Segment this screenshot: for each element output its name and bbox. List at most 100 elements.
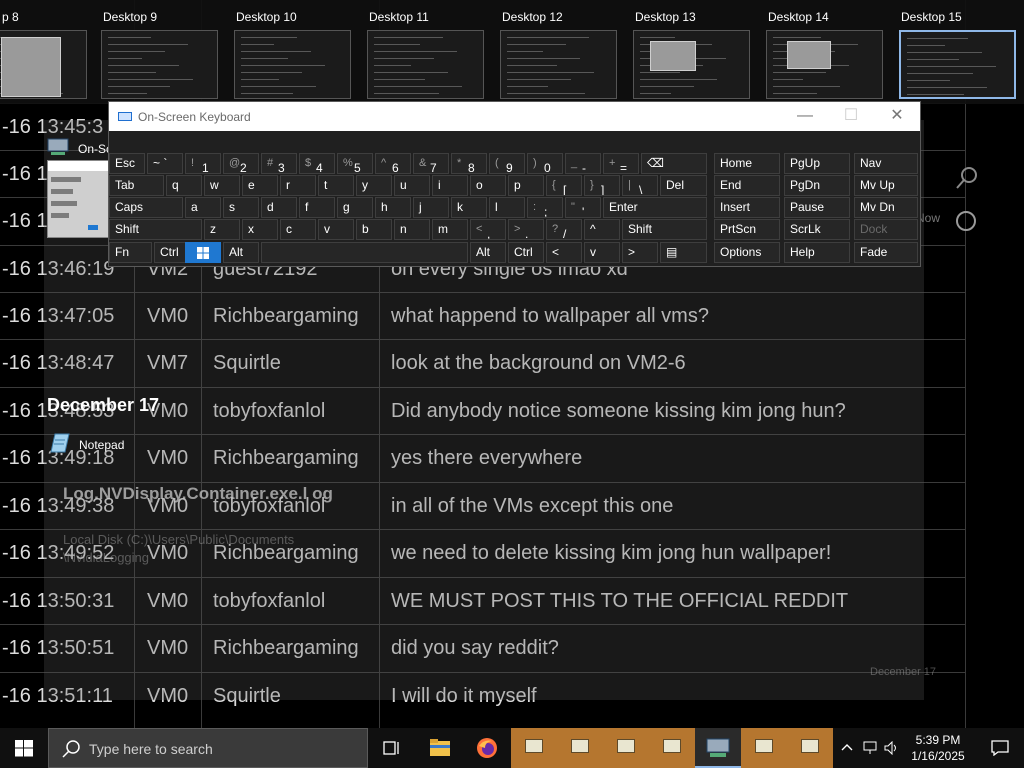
key-w[interactable]: w [204, 175, 240, 196]
key-7[interactable]: & 7 [413, 153, 449, 174]
key-e[interactable]: e [242, 175, 278, 196]
key-home[interactable]: Home [714, 153, 780, 174]
key[interactable]: {[ [546, 175, 582, 196]
taskbar-app-terminal-4[interactable] [649, 728, 695, 768]
taskbar-app-terminal-2[interactable] [557, 728, 603, 768]
key-a[interactable]: a [185, 197, 221, 218]
start-button[interactable] [0, 728, 48, 768]
key-8[interactable]: * 8 [451, 153, 487, 174]
radio-button[interactable] [956, 211, 976, 231]
key[interactable]: " ' [565, 197, 601, 218]
key-nav[interactable]: Nav [854, 153, 918, 174]
key-pgup[interactable]: PgUp [784, 153, 850, 174]
key-z[interactable]: z [204, 219, 240, 240]
desktop-thumbnail[interactable]: p 8 [0, 0, 90, 104]
key-s[interactable]: s [223, 197, 259, 218]
taskbar-app-terminal-1[interactable] [511, 728, 557, 768]
key-insert[interactable]: Insert [714, 197, 780, 218]
key-alt[interactable]: Alt [470, 242, 506, 263]
key-end[interactable]: End [714, 175, 780, 196]
taskbar-app-terminal-6[interactable] [787, 728, 833, 768]
key[interactable]: ^ [584, 219, 620, 240]
key-mv-up[interactable]: Mv Up [854, 175, 918, 196]
key-mv-dn[interactable]: Mv Dn [854, 197, 918, 218]
taskbar-osk-button[interactable] [695, 728, 741, 768]
key-b[interactable]: b [356, 219, 392, 240]
key-t[interactable]: t [318, 175, 354, 196]
backspace-key[interactable]: ⌫ [641, 153, 707, 174]
key-v[interactable]: v [584, 242, 620, 263]
key[interactable]: ~ ` [147, 153, 183, 174]
key-i[interactable]: i [432, 175, 468, 196]
key-shift[interactable]: Shift [622, 219, 707, 240]
key-enter[interactable]: Enter [603, 197, 707, 218]
desktop-thumbnail[interactable]: Desktop 11 [367, 0, 487, 104]
key-6[interactable]: ^ 6 [375, 153, 411, 174]
key-shift[interactable]: Shift [109, 219, 202, 240]
desktop-thumbnail[interactable]: Desktop 15 [899, 0, 1019, 104]
key-y[interactable]: y [356, 175, 392, 196]
key[interactable]: }] [584, 175, 620, 196]
windows-key[interactable] [185, 242, 221, 263]
key[interactable]: >. [508, 219, 544, 240]
notifications-button[interactable] [975, 728, 1024, 768]
key-f[interactable]: f [299, 197, 335, 218]
firefox-button[interactable] [464, 728, 510, 768]
key-options[interactable]: Options [714, 242, 780, 263]
key-3[interactable]: #3 [261, 153, 297, 174]
key[interactable]: _ - [565, 153, 601, 174]
desktop-thumbnail[interactable]: Desktop 10 [234, 0, 354, 104]
clock-time[interactable]: 5:39 PM [903, 733, 973, 747]
key-h[interactable]: h [375, 197, 411, 218]
key-del[interactable]: Del [660, 175, 707, 196]
key-l[interactable]: l [489, 197, 525, 218]
key-q[interactable]: q [166, 175, 202, 196]
key-4[interactable]: $4 [299, 153, 335, 174]
key-j[interactable]: j [413, 197, 449, 218]
osk-title-bar[interactable]: On-Screen Keyboard — ☐ ✕ [109, 102, 920, 131]
desktop-thumbnail[interactable]: Desktop 14 [766, 0, 886, 104]
key[interactable]: > [622, 242, 658, 263]
taskbar-app-terminal-3[interactable] [603, 728, 649, 768]
key-2[interactable]: @2 [223, 153, 259, 174]
space-key[interactable] [261, 242, 468, 263]
key-alt[interactable]: Alt [223, 242, 259, 263]
key-dock[interactable]: Dock [854, 219, 918, 240]
taskbar-app-terminal-5[interactable] [741, 728, 787, 768]
key-d[interactable]: d [261, 197, 297, 218]
key-pause[interactable]: Pause [784, 197, 850, 218]
volume-button[interactable] [882, 728, 902, 768]
desktop-thumbnail[interactable]: Desktop 13 [633, 0, 753, 104]
network-button[interactable] [860, 728, 882, 768]
key[interactable]: < [546, 242, 582, 263]
key-p[interactable]: p [508, 175, 544, 196]
key-n[interactable]: n [394, 219, 430, 240]
desktop-thumbnail[interactable]: Desktop 9 [101, 0, 221, 104]
taskbar-search-box[interactable]: Type here to search [48, 728, 368, 768]
key-0[interactable]: ) 0 [527, 153, 563, 174]
key-prtscn[interactable]: PrtScn [714, 219, 780, 240]
task-view-button[interactable] [369, 728, 415, 768]
key-v[interactable]: v [318, 219, 354, 240]
key-k[interactable]: k [451, 197, 487, 218]
key-9[interactable]: (9 [489, 153, 525, 174]
desktop-thumbnail[interactable]: Desktop 12 [500, 0, 620, 104]
key[interactable]: | \ [622, 175, 658, 196]
show-hidden-icons-button[interactable] [836, 728, 858, 768]
key-1[interactable]: ! 1 [185, 153, 221, 174]
maximize-button[interactable]: ☐ [828, 102, 874, 131]
key-pgdn[interactable]: PgDn [784, 175, 850, 196]
key[interactable]: + = [603, 153, 639, 174]
key-fn[interactable]: Fn [109, 242, 152, 263]
key-fade[interactable]: Fade [854, 242, 918, 263]
key-r[interactable]: r [280, 175, 316, 196]
minimize-button[interactable]: — [782, 102, 828, 131]
key[interactable]: <, [470, 219, 506, 240]
search-icon[interactable] [955, 166, 979, 190]
key-tab[interactable]: Tab [109, 175, 164, 196]
file-explorer-button[interactable] [417, 728, 463, 768]
key-m[interactable]: m [432, 219, 468, 240]
key-esc[interactable]: Esc [109, 153, 145, 174]
key-g[interactable]: g [337, 197, 373, 218]
key-o[interactable]: o [470, 175, 506, 196]
